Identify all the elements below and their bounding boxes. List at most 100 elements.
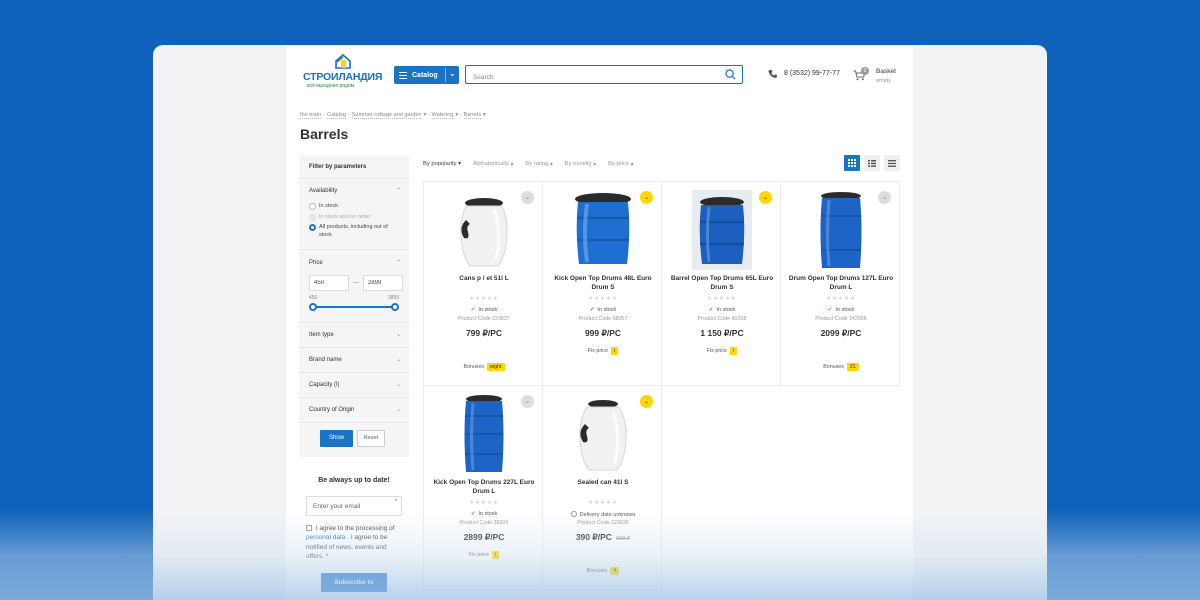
price-slider[interactable] [309, 302, 399, 312]
product-name[interactable]: Cans p / et 51l L [430, 275, 538, 284]
filter-capacity[interactable]: Capacity (l) ⌄ [299, 373, 409, 398]
filter-section-label: Capacity (l) [309, 382, 340, 388]
filter-brand-name[interactable]: Brand name ⌄ [299, 348, 409, 373]
product-name[interactable]: Kick Open Top Drums 48L Euro Drum S [549, 275, 657, 293]
view-compact-button[interactable] [884, 155, 900, 171]
search-box [465, 65, 743, 86]
info-icon[interactable]: i [729, 347, 738, 355]
price-from-input[interactable] [309, 275, 349, 291]
filter-country[interactable]: Country of Origin ⌄ [299, 398, 409, 423]
product-code: Product Code 223837 [458, 316, 510, 322]
sort-by-rating[interactable]: By rating ▴ [525, 161, 552, 167]
sort-by-popularity[interactable]: By popularity ▾ [423, 161, 461, 167]
price-slider-max-handle[interactable] [391, 303, 399, 311]
product-price: 2099 ₽/PC [781, 328, 901, 339]
product-price: 390 ₽/PC 599 ₽ [543, 532, 663, 543]
product-card[interactable]: ⌄ Barrel Open Top Drums 65L Euro Drum S … [661, 181, 781, 386]
stock-label: In stock [716, 307, 736, 313]
price-range-dash: — [353, 280, 359, 286]
filter-price-header[interactable]: Price ⌃ [299, 251, 409, 275]
price-value: 1 150 ₽/PC [700, 328, 744, 338]
availability-option-all[interactable]: All products, including out of stock [309, 224, 399, 239]
chevron-down-icon: ⌄ [395, 357, 401, 363]
info-icon[interactable]: i [610, 347, 619, 355]
search-input[interactable] [466, 69, 706, 86]
breadcrumb-separator: ▾ - [423, 112, 430, 118]
sort-alphabetically[interactable]: Alphabetically ▴ [473, 161, 513, 167]
product-image [464, 395, 504, 472]
product-code: Product Code 142856 [815, 316, 867, 322]
product-price: 2899 ₽/PC [424, 532, 544, 543]
compare-icon[interactable]: ⌄ [521, 191, 534, 204]
price-to-input[interactable] [363, 275, 403, 291]
sort-by-novelty[interactable]: By novelty ▴ [565, 161, 596, 167]
stock-label: In stock [478, 307, 498, 313]
newsletter-email-input[interactable] [306, 496, 402, 516]
view-list-button[interactable] [864, 155, 880, 171]
site-logo[interactable]: СТРОИЛАНДИЯ всё выгоднее рядом [303, 54, 387, 89]
info-icon[interactable]: i [491, 551, 500, 559]
product-name[interactable]: Barrel Open Top Drums 65L Euro Drum S [668, 275, 776, 293]
filter-price: Price ⌃ — 450 2899 [299, 251, 409, 323]
price-slider-min-handle[interactable] [309, 303, 317, 311]
filter-availability-header[interactable]: Availability ⌃ [299, 179, 409, 203]
breadcrumb-item-main[interactable]: the main [300, 112, 322, 119]
view-grid-button[interactable] [844, 155, 860, 171]
price-max-label: 2899 [387, 295, 399, 301]
basket-title: Basket [876, 68, 896, 75]
breadcrumb-item-summer-cottage[interactable]: Summer cottage and garden [351, 112, 422, 119]
product-card[interactable]: ⌄ Drum Open Top Drums 127L Euro Drum L ★… [780, 181, 900, 386]
phone-contact[interactable]: 8 (3532) 99-77-77 [768, 69, 840, 78]
filter-reset-button[interactable]: Reset [357, 430, 385, 447]
breadcrumb-item-barrels[interactable]: Barrels [463, 112, 481, 119]
price-inputs: — [299, 275, 409, 291]
menu-icon [399, 70, 407, 81]
chevron-down-icon: ⌄ [395, 382, 401, 388]
price-value: 999 ₽/PC [584, 328, 622, 338]
price-value: 2899 ₽/PC [463, 532, 505, 542]
page: СТРОИЛАНДИЯ всё выгоднее рядом Catalog ⌄… [286, 45, 913, 600]
rating-stars: ★★★★★ [588, 296, 618, 302]
catalog-button[interactable]: Catalog ⌄ [394, 66, 459, 84]
radio-icon [309, 203, 316, 210]
availability-option-in-stock[interactable]: In stock [309, 203, 399, 211]
check-icon: ✓ [708, 307, 714, 313]
rating-stars: ★★★★★ [469, 296, 499, 302]
phone-icon [768, 69, 777, 78]
breadcrumb-item-catalog[interactable]: Catalog [326, 112, 346, 119]
fix-price-badge-icon[interactable]: ⌄ [759, 191, 772, 204]
product-name[interactable]: Sealed can 41l S [549, 479, 657, 488]
search-icon[interactable] [725, 69, 736, 80]
extra-label: Bonuses [823, 364, 844, 370]
rating-stars: ★★★★★ [707, 296, 737, 302]
personal-data-link[interactable]: personal data [306, 534, 345, 541]
stock-label: Delivery date unknown [579, 512, 636, 518]
filter-item-type[interactable]: Item type ⌄ [299, 323, 409, 348]
fix-price-badge-icon[interactable]: ⌄ [640, 395, 653, 408]
sort-by-price[interactable]: By price ▴ [608, 161, 633, 167]
required-mark: * [395, 499, 398, 505]
sort-label: By novelty [564, 161, 592, 167]
price-value: 799 ₽/PC [465, 328, 503, 338]
product-card[interactable]: ⌄ Cans p / et 51l L ★★★★★ ✓ In stock Prod… [423, 181, 543, 386]
consent-checkbox[interactable] [306, 525, 312, 531]
extra-value-tag: 21 [846, 363, 859, 371]
product-image [579, 400, 627, 471]
fix-price-badge-icon[interactable]: ⌄ [640, 191, 653, 204]
product-name[interactable]: Kick Open Top Drums 227L Euro Drum L [430, 479, 538, 497]
basket[interactable]: 0 Basket empty [853, 67, 913, 87]
page-title: Barrels [300, 126, 349, 142]
product-fix-price: Fix price i [543, 347, 663, 355]
filter-show-button[interactable]: Show [320, 430, 353, 447]
product-card[interactable]: ⌄ Sealed can 41l S ★★★★★ Delivery date u… [542, 385, 662, 590]
product-price: 799 ₽/PC [424, 328, 544, 339]
subscribe-button[interactable]: Subscribe to [321, 573, 387, 592]
product-name[interactable]: Drum Open Top Drums 127L Euro Drum L [787, 275, 895, 293]
compare-icon[interactable]: ⌄ [878, 191, 891, 204]
stock-label: In stock [597, 307, 617, 313]
product-card[interactable]: ⌄ Kick Open Top Drums 48L Euro Drum S ★★… [542, 181, 662, 386]
product-card[interactable]: ⌄ Kick Open Top Drums 227L Euro Drum L ★… [423, 385, 543, 590]
compare-icon[interactable]: ⌄ [521, 395, 534, 408]
compact-list-icon [888, 159, 896, 167]
breadcrumb-item-watering[interactable]: Watering [431, 112, 454, 119]
